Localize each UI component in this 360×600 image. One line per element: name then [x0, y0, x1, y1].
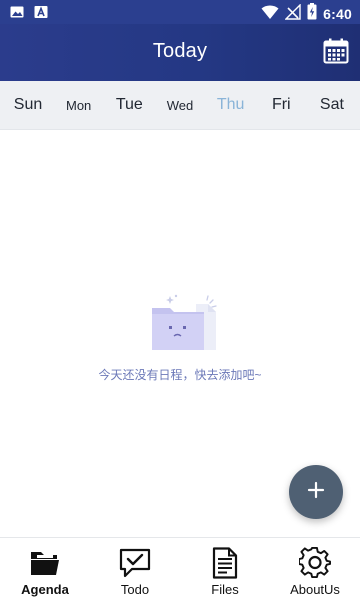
screen: 6:40 Today Sun Mon Tue Wed Thu Fri Sat 今…	[0, 0, 360, 600]
wifi-icon	[261, 4, 279, 25]
app-bar: Today	[0, 24, 360, 81]
calendar-button[interactable]	[322, 38, 350, 69]
nav-item-aboutus[interactable]: AboutUs	[270, 538, 360, 600]
image-icon	[10, 5, 24, 24]
empty-state: 今天还没有日程，快去添加吧~	[0, 290, 360, 400]
day-thu[interactable]: Thu	[207, 96, 255, 114]
no-signal-icon	[284, 2, 301, 25]
bottom-nav: Agenda Todo Files AboutUs	[0, 537, 360, 600]
day-sat[interactable]: Sat	[308, 96, 356, 114]
status-right-icons: 6:40	[261, 2, 352, 25]
day-fri[interactable]: Fri	[257, 96, 305, 114]
gear-icon	[298, 547, 332, 579]
nav-label-todo: Todo	[120, 582, 150, 597]
nav-item-todo[interactable]: Todo	[90, 538, 180, 600]
week-selector: Sun Mon Tue Wed Thu Fri Sat	[0, 81, 360, 130]
nav-label-agenda: Agenda	[21, 582, 69, 597]
folder-icon	[28, 547, 62, 579]
status-bar: 6:40	[0, 0, 360, 24]
text-a-icon	[34, 5, 48, 24]
nav-label-files: Files	[211, 582, 239, 597]
calendar-icon	[323, 38, 349, 69]
nav-item-files[interactable]: Files	[180, 538, 270, 600]
chat-check-icon	[118, 547, 152, 579]
empty-message: 今天还没有日程，快去添加吧~	[98, 368, 262, 382]
nav-item-agenda[interactable]: Agenda	[0, 538, 90, 600]
day-tue[interactable]: Tue	[105, 96, 153, 114]
plus-icon	[307, 481, 325, 504]
add-button[interactable]	[289, 465, 343, 519]
status-left-icons	[10, 5, 48, 24]
nav-label-aboutus: AboutUs	[290, 582, 340, 597]
day-wed[interactable]: Wed	[156, 98, 204, 113]
page-title: Today	[152, 40, 208, 62]
day-mon[interactable]: Mon	[55, 98, 103, 113]
document-icon	[208, 547, 242, 579]
empty-folder-icon	[146, 290, 222, 354]
status-time: 6:40	[323, 6, 352, 22]
battery-charging-icon	[307, 3, 317, 25]
day-sun[interactable]: Sun	[4, 96, 52, 114]
